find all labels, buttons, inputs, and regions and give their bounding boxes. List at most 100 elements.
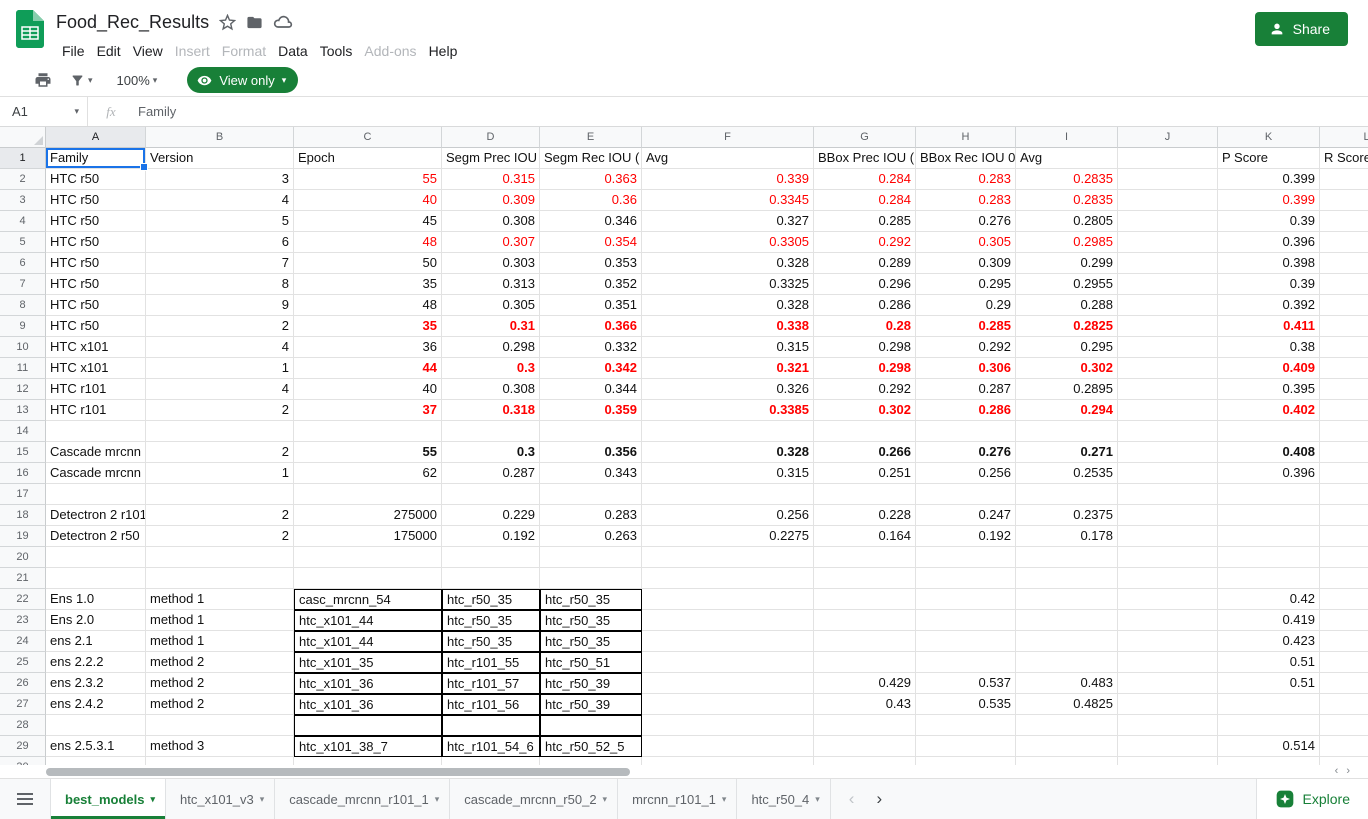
cell-L18[interactable] [1320, 505, 1368, 526]
zoom-select[interactable]: 100% ▾ [113, 71, 162, 90]
cell-K7[interactable]: 0.39 [1218, 274, 1320, 295]
view-only-chip[interactable]: View only ▾ [187, 67, 299, 93]
cell-F10[interactable]: 0.315 [642, 337, 814, 358]
cell-E30[interactable] [540, 757, 642, 765]
cell-B19[interactable]: 2 [146, 526, 294, 547]
cell-H26[interactable]: 0.537 [916, 673, 1016, 694]
cell-L30[interactable] [1320, 757, 1368, 765]
cell-K11[interactable]: 0.409 [1218, 358, 1320, 379]
tab-prev-icon[interactable]: ‹ [849, 789, 855, 809]
cell-C9[interactable]: 35 [294, 316, 442, 337]
cell-B11[interactable]: 1 [146, 358, 294, 379]
cell-C10[interactable]: 36 [294, 337, 442, 358]
cell-D2[interactable]: 0.315 [442, 169, 540, 190]
cell-F23[interactable] [642, 610, 814, 631]
cell-L26[interactable] [1320, 673, 1368, 694]
chevron-down-icon[interactable]: ▾ [603, 794, 608, 805]
cell-I18[interactable]: 0.2375 [1016, 505, 1118, 526]
select-all-corner[interactable] [0, 127, 46, 148]
cell-C23[interactable]: htc_x101_44 [294, 610, 442, 631]
cell-G29[interactable] [814, 736, 916, 757]
cell-A5[interactable]: HTC r50 [46, 232, 146, 253]
cell-I29[interactable] [1016, 736, 1118, 757]
cell-K2[interactable]: 0.399 [1218, 169, 1320, 190]
cell-E14[interactable] [540, 421, 642, 442]
cell-E23[interactable]: htc_r50_35 [540, 610, 642, 631]
cell-J15[interactable] [1118, 442, 1218, 463]
cell-H3[interactable]: 0.283 [916, 190, 1016, 211]
row-header-7[interactable]: 7 [0, 274, 46, 295]
sheets-logo-icon[interactable] [16, 10, 44, 51]
row-header-20[interactable]: 20 [0, 547, 46, 568]
cell-C12[interactable]: 40 [294, 379, 442, 400]
cell-A16[interactable]: Cascade mrcnn [46, 463, 146, 484]
cell-I21[interactable] [1016, 568, 1118, 589]
cell-D11[interactable]: 0.3 [442, 358, 540, 379]
row-header-23[interactable]: 23 [0, 610, 46, 631]
cell-K29[interactable]: 0.514 [1218, 736, 1320, 757]
cell-E15[interactable]: 0.356 [540, 442, 642, 463]
row-header-22[interactable]: 22 [0, 589, 46, 610]
row-header-25[interactable]: 25 [0, 652, 46, 673]
cell-J19[interactable] [1118, 526, 1218, 547]
cell-L24[interactable] [1320, 631, 1368, 652]
column-header-A[interactable]: A [46, 127, 146, 148]
cell-E17[interactable] [540, 484, 642, 505]
cell-H23[interactable] [916, 610, 1016, 631]
cell-B27[interactable]: method 2 [146, 694, 294, 715]
cell-E20[interactable] [540, 547, 642, 568]
all-sheets-menu-icon[interactable] [0, 779, 50, 819]
cell-J28[interactable] [1118, 715, 1218, 736]
cell-E4[interactable]: 0.346 [540, 211, 642, 232]
cell-E7[interactable]: 0.352 [540, 274, 642, 295]
cell-J4[interactable] [1118, 211, 1218, 232]
cell-D16[interactable]: 0.287 [442, 463, 540, 484]
cell-H29[interactable] [916, 736, 1016, 757]
cell-J11[interactable] [1118, 358, 1218, 379]
cell-D13[interactable]: 0.318 [442, 400, 540, 421]
star-icon[interactable] [219, 13, 237, 31]
cell-D21[interactable] [442, 568, 540, 589]
cell-C25[interactable]: htc_x101_35 [294, 652, 442, 673]
horizontal-scrollbar-thumb[interactable] [46, 768, 630, 776]
cell-F19[interactable]: 0.2275 [642, 526, 814, 547]
cell-J26[interactable] [1118, 673, 1218, 694]
cell-D25[interactable]: htc_r101_55 [442, 652, 540, 673]
cell-J1[interactable] [1118, 148, 1218, 169]
cell-G7[interactable]: 0.296 [814, 274, 916, 295]
cell-H7[interactable]: 0.295 [916, 274, 1016, 295]
cell-I27[interactable]: 0.4825 [1016, 694, 1118, 715]
cell-J2[interactable] [1118, 169, 1218, 190]
cell-F20[interactable] [642, 547, 814, 568]
cell-C6[interactable]: 50 [294, 253, 442, 274]
sheet-tab-cascade_mrcnn_r101_1[interactable]: cascade_mrcnn_r101_1 ▾ [275, 779, 451, 819]
cell-A9[interactable]: HTC r50 [46, 316, 146, 337]
cell-B22[interactable]: method 1 [146, 589, 294, 610]
menu-help[interactable]: Help [423, 41, 464, 61]
cell-F3[interactable]: 0.3345 [642, 190, 814, 211]
row-header-16[interactable]: 16 [0, 463, 46, 484]
cell-J13[interactable] [1118, 400, 1218, 421]
cell-H17[interactable] [916, 484, 1016, 505]
cell-I24[interactable] [1016, 631, 1118, 652]
cell-G25[interactable] [814, 652, 916, 673]
cell-H13[interactable]: 0.286 [916, 400, 1016, 421]
cell-A14[interactable] [46, 421, 146, 442]
cell-C8[interactable]: 48 [294, 295, 442, 316]
cell-F28[interactable] [642, 715, 814, 736]
cell-F22[interactable] [642, 589, 814, 610]
cell-B8[interactable]: 9 [146, 295, 294, 316]
cell-B4[interactable]: 5 [146, 211, 294, 232]
cell-A19[interactable]: Detectron 2 r50 [46, 526, 146, 547]
cell-F9[interactable]: 0.338 [642, 316, 814, 337]
print-icon[interactable] [30, 69, 56, 91]
menu-file[interactable]: File [56, 41, 91, 61]
cell-E10[interactable]: 0.332 [540, 337, 642, 358]
cell-E29[interactable]: htc_r50_52_5 [540, 736, 642, 757]
cell-C7[interactable]: 35 [294, 274, 442, 295]
cell-I20[interactable] [1016, 547, 1118, 568]
sheet-tab-best_models[interactable]: best_models ▾ [50, 779, 167, 819]
cell-H27[interactable]: 0.535 [916, 694, 1016, 715]
cell-B1[interactable]: Version [146, 148, 294, 169]
row-header-14[interactable]: 14 [0, 421, 46, 442]
